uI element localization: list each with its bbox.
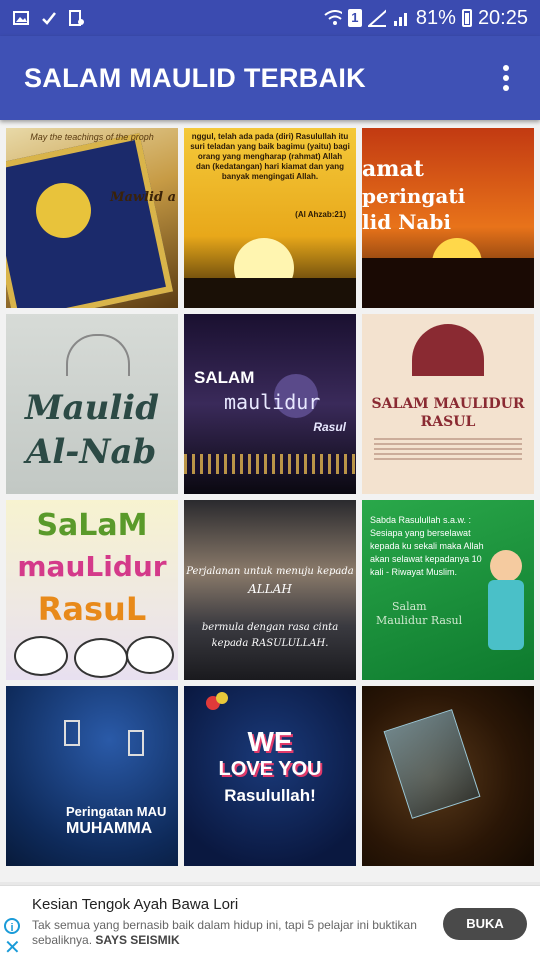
image-tile-2[interactable]: nggul, telah ada pada (diri) Rasulullah … <box>184 128 356 308</box>
info-icon[interactable]: i <box>4 918 20 934</box>
tile-caption-mid: (Al Ahzab:21) <box>295 210 346 219</box>
tile-caption-top: Perjalanan untuk menuju kepada <box>186 566 354 577</box>
status-bar: 1 81% 20:25 <box>0 0 540 36</box>
image-tile-3[interactable]: amat peringati lid Nabi <box>362 128 534 308</box>
tile-caption-top: SALAM MAULIDUR <box>371 396 525 412</box>
image-tile-6[interactable]: SALAM MAULIDUR RASUL <box>362 314 534 494</box>
tile-caption-top: amat <box>362 156 424 182</box>
image-tile-7[interactable]: SaLaM mauLidur RasuL <box>6 500 178 680</box>
ad-open-button[interactable]: BUKA <box>443 908 527 940</box>
tile-caption-mid: maulidur <box>224 390 321 414</box>
ad-title[interactable]: Kesian Tengok Ayah Bawa Lori <box>32 896 238 913</box>
tile-caption-top: SaLaM <box>36 508 148 543</box>
tile-caption-low: RasuL <box>37 590 147 628</box>
image-grid: May the teachings of the proph Mawlid a … <box>0 120 540 882</box>
tile-caption-top: WE <box>247 726 293 757</box>
check-icon <box>40 10 58 26</box>
tile-caption-mid: mauLidur <box>17 550 167 583</box>
image-tile-4[interactable]: Maulid Al-Nab <box>6 314 178 494</box>
close-icon[interactable]: ✕ <box>4 938 21 958</box>
tile-caption-mid: RASUL <box>420 414 476 430</box>
app-title: SALAM MAULID TERBAIK <box>24 62 366 93</box>
tile-caption-mid: LOVE YOU <box>218 758 322 780</box>
overflow-menu-icon[interactable] <box>482 54 530 102</box>
image-tile-5[interactable]: SALAM maulidur Rasul <box>184 314 356 494</box>
tile-caption-top: nggul, telah ada pada (diri) Rasulullah … <box>190 132 350 181</box>
image-tile-10[interactable]: Peringatan MAU MUHAMMA <box>6 686 178 866</box>
gallery-icon <box>12 10 30 26</box>
tile-caption-top: Sabda Rasulullah s.a.w. : Sesiapa yang b… <box>370 515 484 577</box>
tile-caption-low: lid Nabi <box>362 210 451 234</box>
image-tile-8[interactable]: Perjalanan untuk menuju kepada ALLAH ber… <box>184 500 356 680</box>
image-tile-11[interactable]: WE LOVE YOU Rasulullah! <box>184 686 356 866</box>
tile-caption-low: bermula dengan rasa cinta kepada RASULUL… <box>201 622 339 649</box>
app-bar: SALAM MAULID TERBAIK <box>0 36 540 120</box>
image-tile-9[interactable]: Sabda Rasulullah s.a.w. : Sesiapa yang b… <box>362 500 534 680</box>
ad-text: Tak semua yang bernasib baik dalam hidup… <box>32 918 417 947</box>
tile-caption-low: Rasul <box>313 420 346 434</box>
tile-caption-top: Peringatan MAU <box>66 804 167 819</box>
wifi-icon <box>324 10 342 26</box>
tile-caption-top: SALAM <box>194 368 255 387</box>
sim-icon: 1 <box>347 9 362 27</box>
ad-banner[interactable]: i ✕ Kesian Tengok Ayah Bawa Lori Tak sem… <box>0 885 540 961</box>
tile-caption-top: Maulid <box>25 388 159 428</box>
ad-body: Tak semua yang bernasib baik dalam hidup… <box>32 918 422 948</box>
clock: 20:25 <box>477 6 528 29</box>
tile-caption-mid: ALLAH <box>248 582 292 596</box>
tile-caption-mid: Mawlid a <box>110 190 176 205</box>
image-tile-1[interactable]: May the teachings of the proph Mawlid a <box>6 128 178 308</box>
tile-caption-top: May the teachings of the proph <box>30 132 154 142</box>
signal-icon <box>367 9 386 27</box>
tile-caption-mid: peringati <box>362 184 466 208</box>
signal-icon <box>392 10 410 26</box>
settings-icon <box>68 10 86 26</box>
ad-source: SAYS SEISMIK <box>95 933 180 947</box>
battery-icon <box>461 9 472 27</box>
image-tile-12[interactable] <box>362 686 534 866</box>
tile-caption-mid: MUHAMMA <box>66 820 153 837</box>
tile-caption-low: Rasulullah! <box>224 786 316 805</box>
battery-percent: 81% <box>415 6 456 29</box>
tile-caption-mid: Al-Nab <box>26 432 157 472</box>
